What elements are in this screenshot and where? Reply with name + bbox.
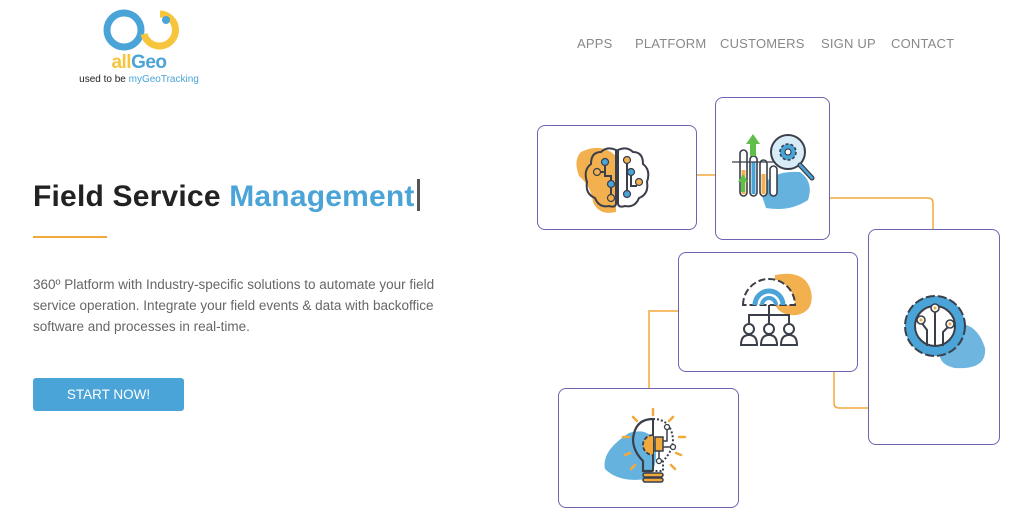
brain-circuit-icon bbox=[576, 147, 650, 213]
lightbulb-gear-circuit-icon bbox=[604, 407, 687, 483]
feature-card-automation[interactable] bbox=[868, 229, 1000, 445]
gear-team-hierarchy-icon bbox=[739, 273, 812, 346]
connector-line bbox=[830, 197, 934, 229]
gear-circuit-icon bbox=[904, 295, 986, 369]
connector-line bbox=[833, 372, 868, 409]
analytics-magnifier-gear-icon bbox=[732, 134, 815, 209]
feature-card-innovation[interactable] bbox=[558, 388, 739, 508]
feature-card-brain[interactable] bbox=[537, 125, 697, 230]
feature-card-analytics[interactable] bbox=[715, 97, 830, 240]
connector-line bbox=[648, 310, 678, 388]
feature-card-team[interactable] bbox=[678, 252, 858, 372]
